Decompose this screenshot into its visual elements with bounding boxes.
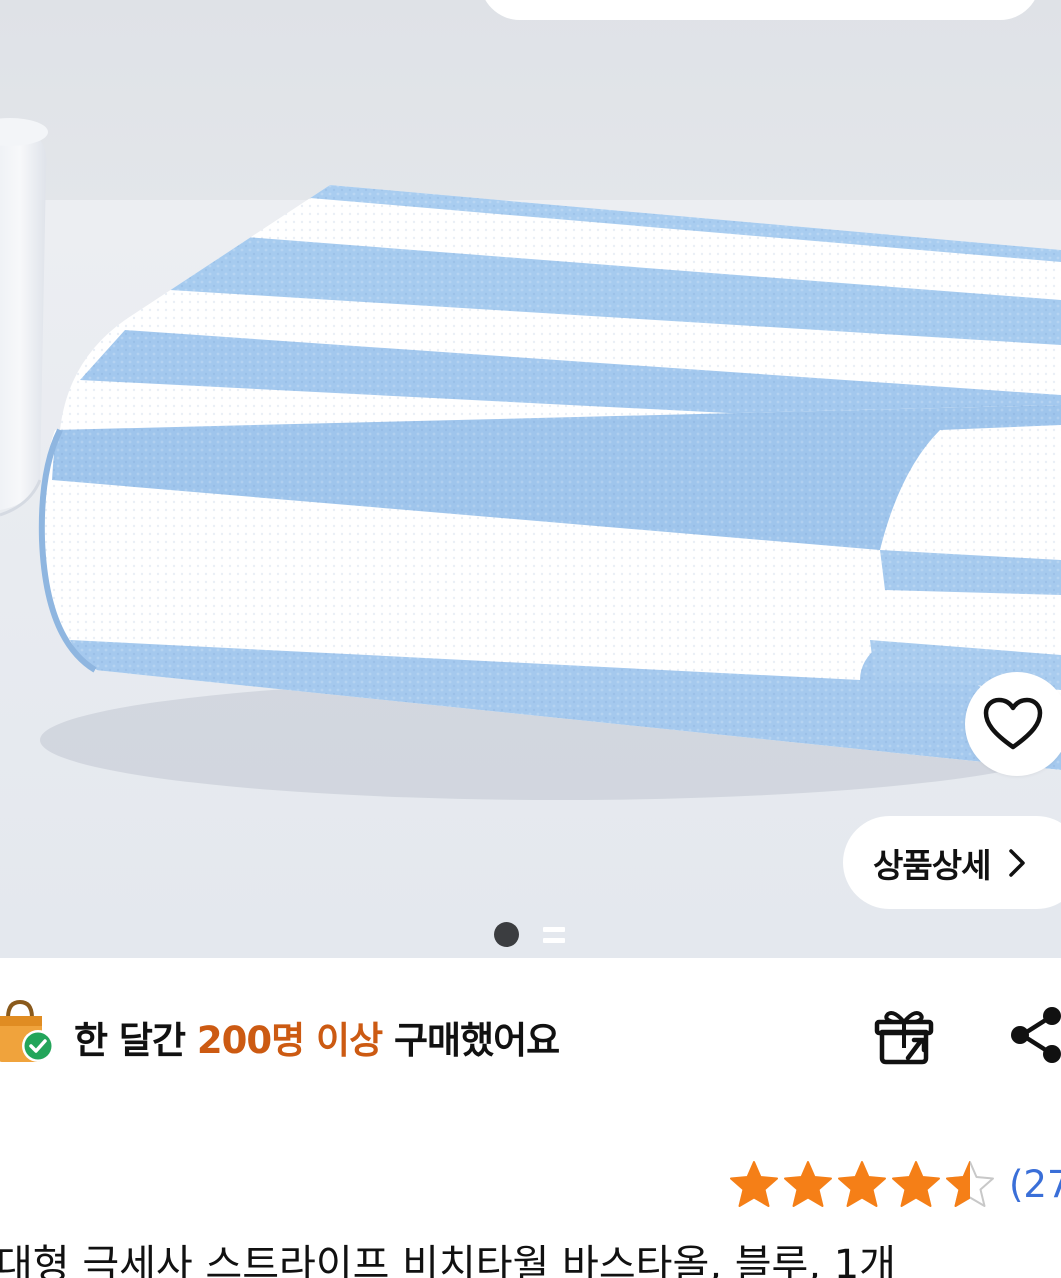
product-image-gallery[interactable]: 상품상세 (0, 0, 1061, 958)
star-half-icon (946, 1161, 994, 1207)
pagination-dot-active[interactable] (494, 922, 519, 947)
star-icon (784, 1161, 832, 1207)
heart-icon (983, 697, 1043, 750)
star-icon (730, 1161, 778, 1207)
rating-stars (729, 1160, 995, 1208)
gift-icon[interactable] (874, 1008, 934, 1066)
star-icon (892, 1161, 940, 1207)
shopping-bag-check-icon (0, 999, 54, 1062)
product-page: 상품상세 한 달간 200명 이상 구매했어요 (27 대형 극세사 스트라이프… (0, 0, 1061, 1278)
share-icon[interactable] (1006, 1004, 1061, 1066)
star-icon (838, 1161, 886, 1207)
purchase-count-text: 한 달간 200명 이상 구매했어요 (74, 1010, 560, 1064)
wishlist-button[interactable] (965, 672, 1061, 776)
product-title: 대형 극세사 스트라이프 비치타월 바스타올, 블루, 1개 (0, 1242, 896, 1278)
product-detail-button[interactable]: 상품상세 (843, 816, 1061, 909)
purchase-suffix: 구매했어요 (382, 1019, 560, 1062)
product-detail-label: 상품상세 (873, 845, 991, 885)
gallery-pagination[interactable] (494, 922, 565, 947)
product-rating[interactable]: (27 (729, 1160, 1061, 1208)
chevron-right-icon (1008, 848, 1026, 878)
purchase-highlight: 200명 이상 (196, 1019, 383, 1062)
product-photo (0, 118, 1061, 958)
purchase-prefix: 한 달간 (74, 1019, 197, 1062)
top-search-pill (480, 0, 1040, 20)
review-count-link[interactable]: (27 (1009, 1163, 1061, 1206)
pause-icon[interactable] (543, 926, 565, 943)
